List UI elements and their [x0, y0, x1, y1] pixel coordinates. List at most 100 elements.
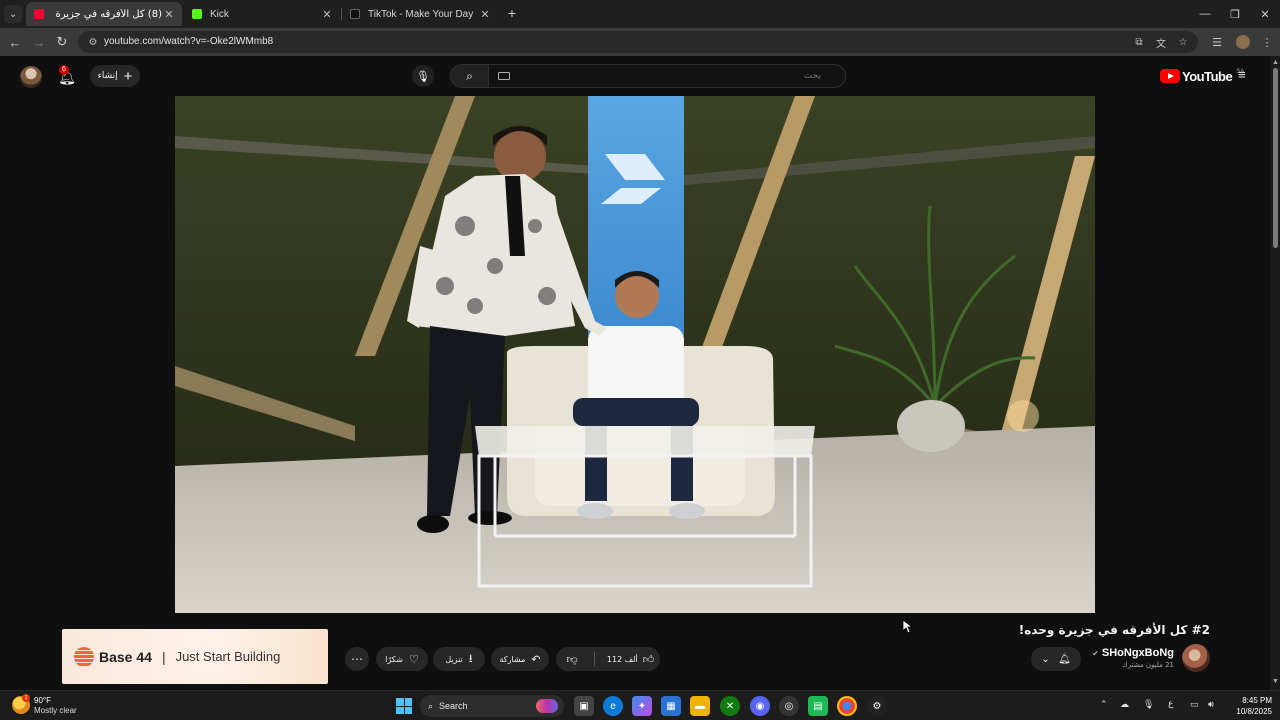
download-label: تنزيل — [445, 654, 463, 664]
system-clock[interactable]: 8:45 PM 10/8/2025 — [1226, 695, 1272, 717]
like-dislike-bar: 👎︎ 112 ألف 👍︎ — [556, 647, 660, 671]
show-hidden-icons-chevron-icon[interactable]: ⌃ — [1100, 699, 1108, 710]
tab-tiktok[interactable]: TikTok - Make Your Day ✕ — [342, 2, 498, 26]
thanks-label: شكرًا — [385, 654, 403, 664]
thanks-button[interactable]: شكرًا ♡ — [376, 647, 428, 671]
input-language[interactable]: ع — [1168, 699, 1173, 709]
ad-separator: | — [161, 648, 166, 665]
voice-search-mic-icon[interactable]: 🎙︎ — [412, 65, 434, 87]
close-tab-icon[interactable]: ✕ — [162, 8, 176, 21]
green-app-icon[interactable]: ▤ — [808, 696, 828, 716]
discord-icon[interactable]: ◉ — [750, 696, 770, 716]
youtube-play-logo-icon — [1160, 69, 1180, 83]
base44-logo-icon — [74, 646, 94, 667]
weather-alert-badge: 1 — [22, 694, 30, 702]
ad-tagline: Just Start Building — [175, 649, 281, 664]
search-icon[interactable]: ⌕ — [451, 65, 489, 87]
youtube-wordmark: YouTube — [1182, 68, 1233, 84]
tab-youtube[interactable]: (8) كل الأفرقه في جزيرة وحده! ✕ — [26, 2, 182, 26]
back-icon[interactable]: ← — [6, 33, 24, 51]
create-button[interactable]: إنشاء + — [90, 65, 140, 87]
network-icon[interactable]: ▭ — [1190, 699, 1199, 710]
channel-name-row[interactable]: ✔ SHoNgxBoNg — [1092, 647, 1174, 659]
scroll-down-arrow-icon[interactable]: ▼ — [1272, 678, 1279, 685]
verified-check-icon: ✔ — [1092, 648, 1099, 658]
tab-label: TikTok - Make Your Day — [368, 8, 474, 20]
clock-date: 10/8/2025 — [1236, 707, 1272, 716]
weather-description[interactable]: Mostly clear — [34, 706, 77, 715]
browser-tab-strip: ⌄ (8) كل الأفرقه في جزيرة وحده! ✕ Kick ✕… — [0, 0, 1280, 28]
download-button[interactable]: تنزيل ⭳ — [433, 647, 485, 671]
clock-time: 8:45 PM — [1242, 696, 1272, 705]
subscribed-button[interactable]: ⌄ 🔔︎ — [1031, 647, 1081, 671]
new-tab-button[interactable]: + — [504, 5, 520, 21]
taskbar-search[interactable]: ⌕ Search — [420, 695, 564, 717]
file-explorer-icon[interactable]: ▬ — [690, 696, 710, 716]
address-bar[interactable]: ⚙ youtube.com/watch?v=-Oke2lWMmb8 ⧉ 文 ☆ — [78, 31, 1198, 53]
video-frame[interactable] — [175, 96, 1095, 613]
weather-temperature[interactable]: 90°F — [34, 696, 51, 705]
youtube-favicon-icon — [34, 9, 44, 19]
xbox-icon[interactable]: ✕ — [720, 696, 740, 716]
scrollbar-thumb[interactable] — [1273, 68, 1278, 248]
microphone-icon[interactable]: 🎙︎ — [1143, 699, 1154, 710]
forward-icon[interactable]: → — [30, 33, 48, 51]
site-info-icon[interactable]: ⚙ — [86, 35, 100, 49]
tab-label: Kick — [210, 8, 229, 20]
tab-search-chevron-icon[interactable]: ⌄ — [4, 5, 22, 23]
video-title: #2 كل الأفرقه في جزيرة وحده! — [1018, 623, 1210, 637]
tab-kick[interactable]: Kick ✕ — [184, 2, 340, 26]
bell-subscribed-icon: 🔔︎ — [1058, 653, 1071, 665]
translate-icon[interactable]: 文 — [1154, 35, 1168, 50]
more-actions-button[interactable]: ⋯ — [345, 647, 369, 671]
taskbar-search-label: Search — [439, 701, 468, 711]
copilot-icon[interactable]: ✦ — [632, 696, 652, 716]
plus-icon: + — [123, 67, 133, 85]
sponsored-ad-banner[interactable]: Base 44 | Just Start Building — [62, 629, 328, 684]
search-box: ⌕ — [450, 64, 846, 88]
page-scrollbar[interactable]: ▲ ▼ — [1270, 56, 1280, 690]
like-button[interactable]: 112 ألف 👍︎ — [601, 647, 660, 671]
restore-icon[interactable]: ❐ — [1220, 0, 1250, 28]
keyboard-icon[interactable] — [498, 72, 510, 80]
install-app-icon[interactable]: ⧉ — [1132, 35, 1146, 49]
browser-menu-icon[interactable]: ⋮ — [1258, 33, 1276, 51]
windows-start-icon[interactable] — [396, 698, 412, 714]
task-view-icon[interactable]: ▣ — [574, 696, 594, 716]
like-count: 112 ألف — [606, 654, 638, 664]
search-input[interactable] — [521, 67, 821, 85]
guide-menu-icon[interactable]: ≡ — [1238, 68, 1252, 81]
close-tab-icon[interactable]: ✕ — [478, 8, 492, 21]
video-details: #2 كل الأفرقه في جزيرة وحده! ✔ SHoNgxBoN… — [0, 613, 1270, 690]
account-avatar[interactable] — [20, 66, 42, 88]
tab-search-icon[interactable]: ☰ — [1208, 33, 1226, 51]
profile-avatar-icon[interactable] — [1236, 35, 1250, 49]
notifications-count-badge: 6 — [59, 65, 69, 75]
onedrive-cloud-icon[interactable]: ☁ — [1120, 699, 1129, 710]
microsoft-store-icon[interactable]: ▦ — [661, 696, 681, 716]
create-label: إنشاء — [97, 71, 118, 81]
edge-browser-icon[interactable]: e — [603, 696, 623, 716]
bookmark-star-icon[interactable]: ☆ — [1176, 35, 1190, 49]
steam-icon[interactable]: ◎ — [779, 696, 799, 716]
url-text[interactable]: youtube.com/watch?v=-Oke2lWMmb8 — [104, 36, 273, 47]
channel-avatar[interactable] — [1182, 644, 1210, 672]
minimize-icon[interactable]: — — [1190, 0, 1220, 28]
share-button[interactable]: مشاركة ↶ — [491, 647, 549, 671]
video-player[interactable] — [0, 96, 1270, 613]
chrome-icon[interactable] — [837, 696, 857, 716]
volume-icon[interactable]: 🔊︎ — [1208, 699, 1214, 710]
dislike-button[interactable]: 👎︎ — [556, 647, 588, 671]
reload-icon[interactable]: ↻ — [53, 33, 71, 51]
windows-taskbar: 1 90°F Mostly clear ⌕ Search ▣ e ✦ ▦ ▬ ✕… — [0, 690, 1280, 720]
scroll-up-arrow-icon[interactable]: ▲ — [1272, 59, 1279, 66]
search-icon: ⌕ — [428, 700, 434, 711]
close-tab-icon[interactable]: ✕ — [320, 8, 334, 21]
close-window-icon[interactable]: ✕ — [1250, 0, 1280, 28]
tab-label: (8) كل الأفرقه في جزيرة وحده! — [52, 8, 162, 20]
channel-name[interactable]: SHoNgxBoNg — [1102, 647, 1174, 659]
browser-toolbar: ← → ↻ ⚙ youtube.com/watch?v=-Oke2lWMmb8 … — [0, 28, 1280, 56]
settings-gear-icon[interactable]: ⚙ — [867, 696, 887, 716]
share-arrow-icon: ↶ — [531, 652, 541, 666]
youtube-logo[interactable]: YouTube SA — [1160, 68, 1244, 84]
